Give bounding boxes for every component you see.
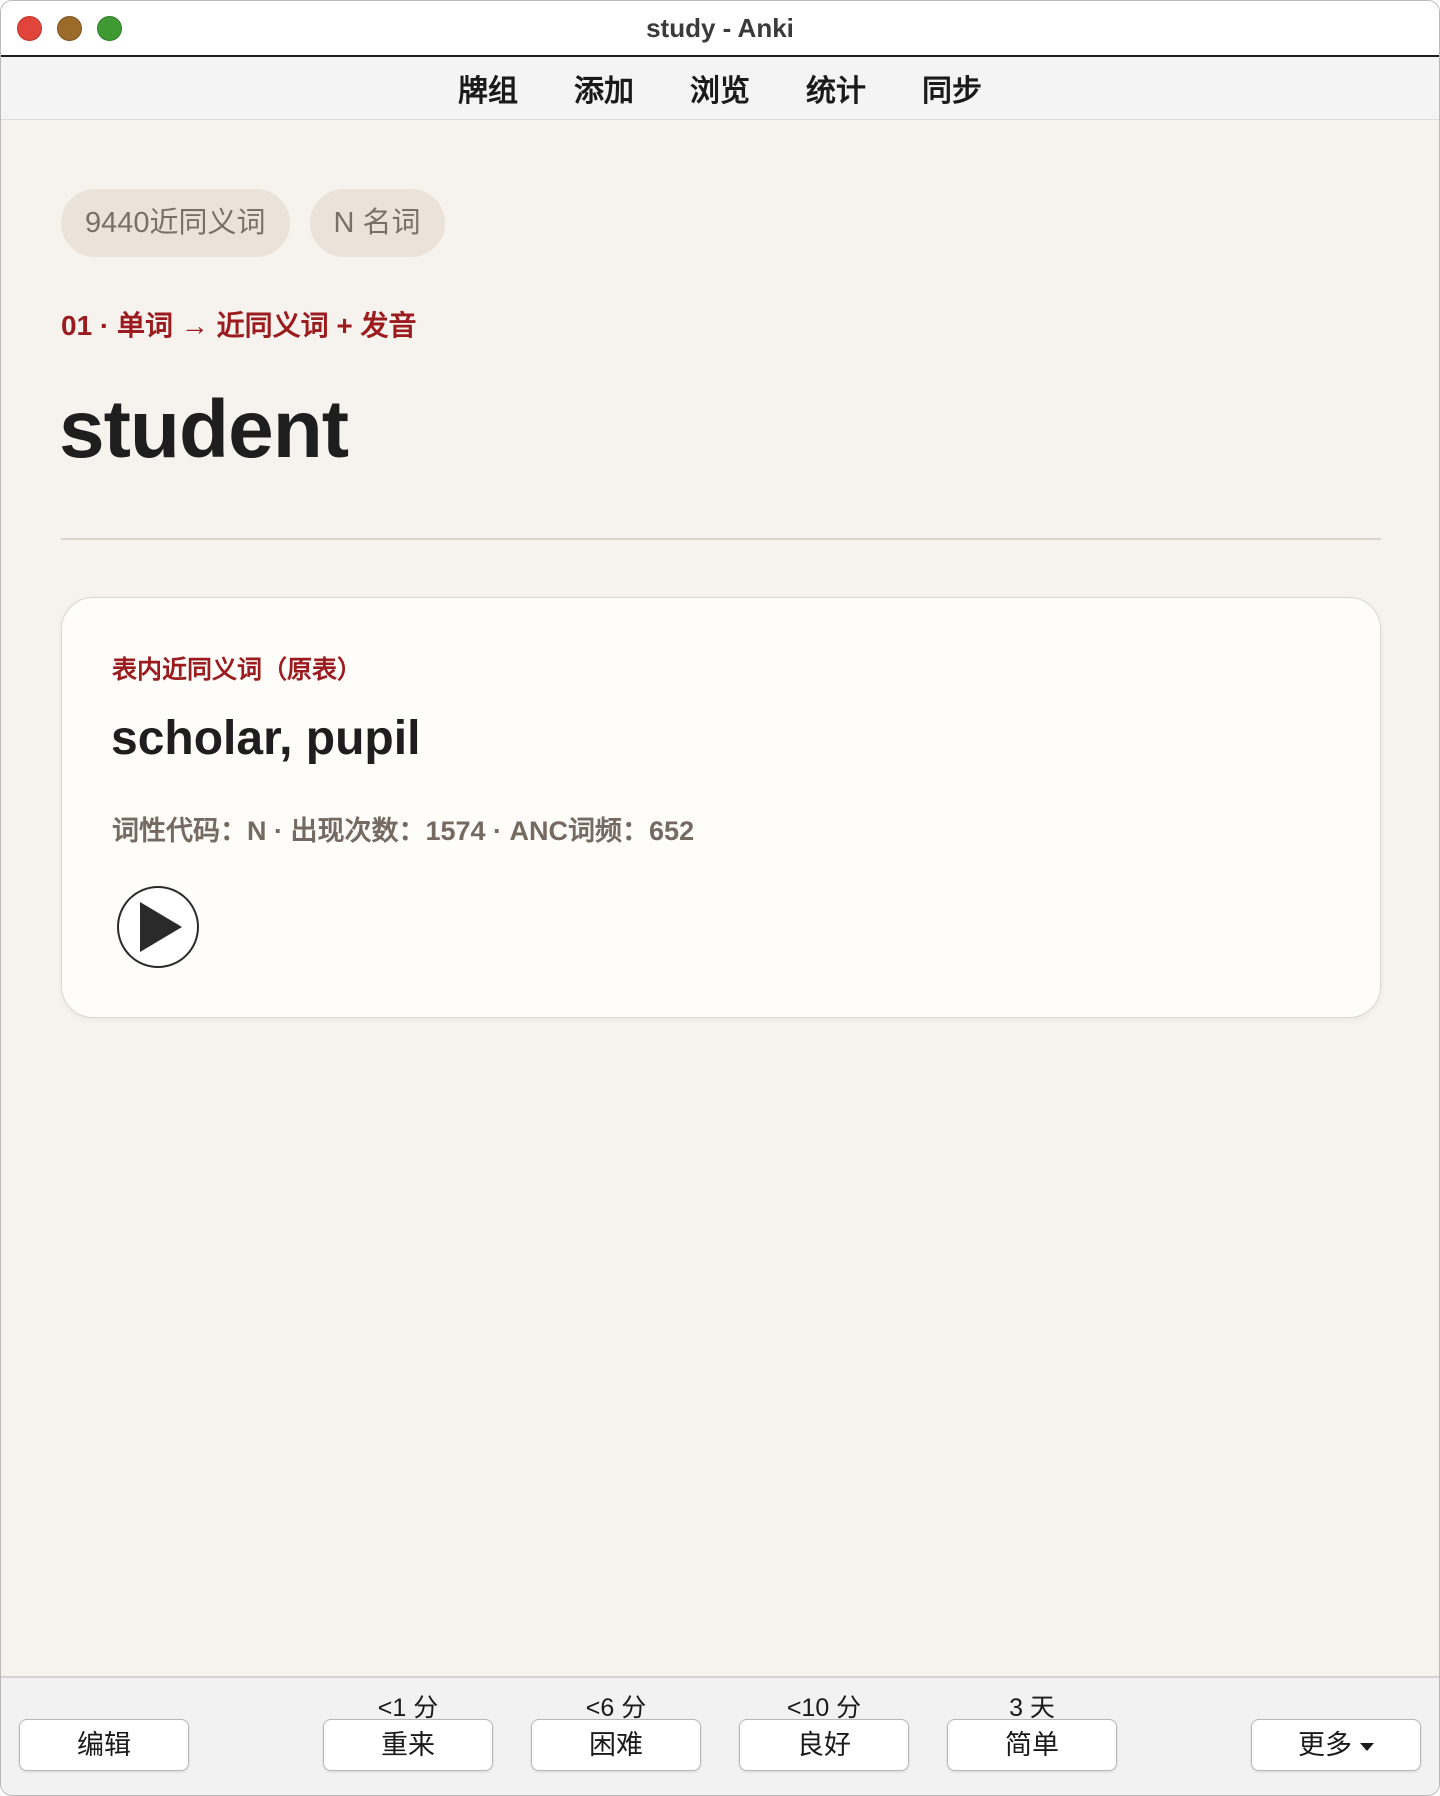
menu-decks[interactable]: 牌组 [458,66,518,110]
tag-list: 9440近同义词 N 名词 [61,189,445,257]
edit-button[interactable]: 编辑 [19,1719,189,1771]
tag-chip: 9440近同义词 [61,189,290,257]
review-bottom-bar: 编辑 <1 分 重来 <6 分 困难 <10 分 良好 3 天 简单 更多 [1,1676,1439,1795]
divider [61,538,1381,540]
chevron-down-icon [1360,1742,1374,1751]
play-icon [117,886,199,968]
headword: student [59,384,349,475]
play-audio-button[interactable] [116,885,200,969]
top-menu: 牌组 添加 浏览 统计 同步 [1,57,1439,120]
window-title: study - Anki [646,13,794,43]
again-button[interactable]: 重来 [323,1719,493,1771]
more-button-label: 更多 [1298,1730,1352,1760]
word-meta: 词性代码：N · 出现次数：1574 · ANC词频：652 [112,816,695,846]
good-button[interactable]: 良好 [739,1719,909,1771]
synonym-section-label: 表内近同义词（原表） [112,656,363,684]
title-bar: study - Anki [1,1,1439,57]
more-button[interactable]: 更多 [1251,1719,1421,1771]
menu-browse[interactable]: 浏览 [690,66,750,110]
hard-button[interactable]: 困难 [531,1719,701,1771]
menu-stats[interactable]: 统计 [806,66,866,110]
card-type-label: 01 · 单词 → 近同义词 + 发音 [61,310,417,341]
menu-sync[interactable]: 同步 [922,66,982,110]
card-content: 9440近同义词 N 名词 01 · 单词 → 近同义词 + 发音 studen… [1,120,1439,1676]
menu-add[interactable]: 添加 [574,66,634,110]
tag-chip: N 名词 [309,189,445,257]
anki-window: study - Anki 牌组 添加 浏览 统计 同步 9440近同义词 N 名… [0,0,1440,1796]
synonyms-text: scholar, pupil [111,712,421,765]
easy-button[interactable]: 简单 [947,1719,1117,1771]
answer-card: 表内近同义词（原表） scholar, pupil 词性代码：N · 出现次数：… [61,597,1381,1018]
